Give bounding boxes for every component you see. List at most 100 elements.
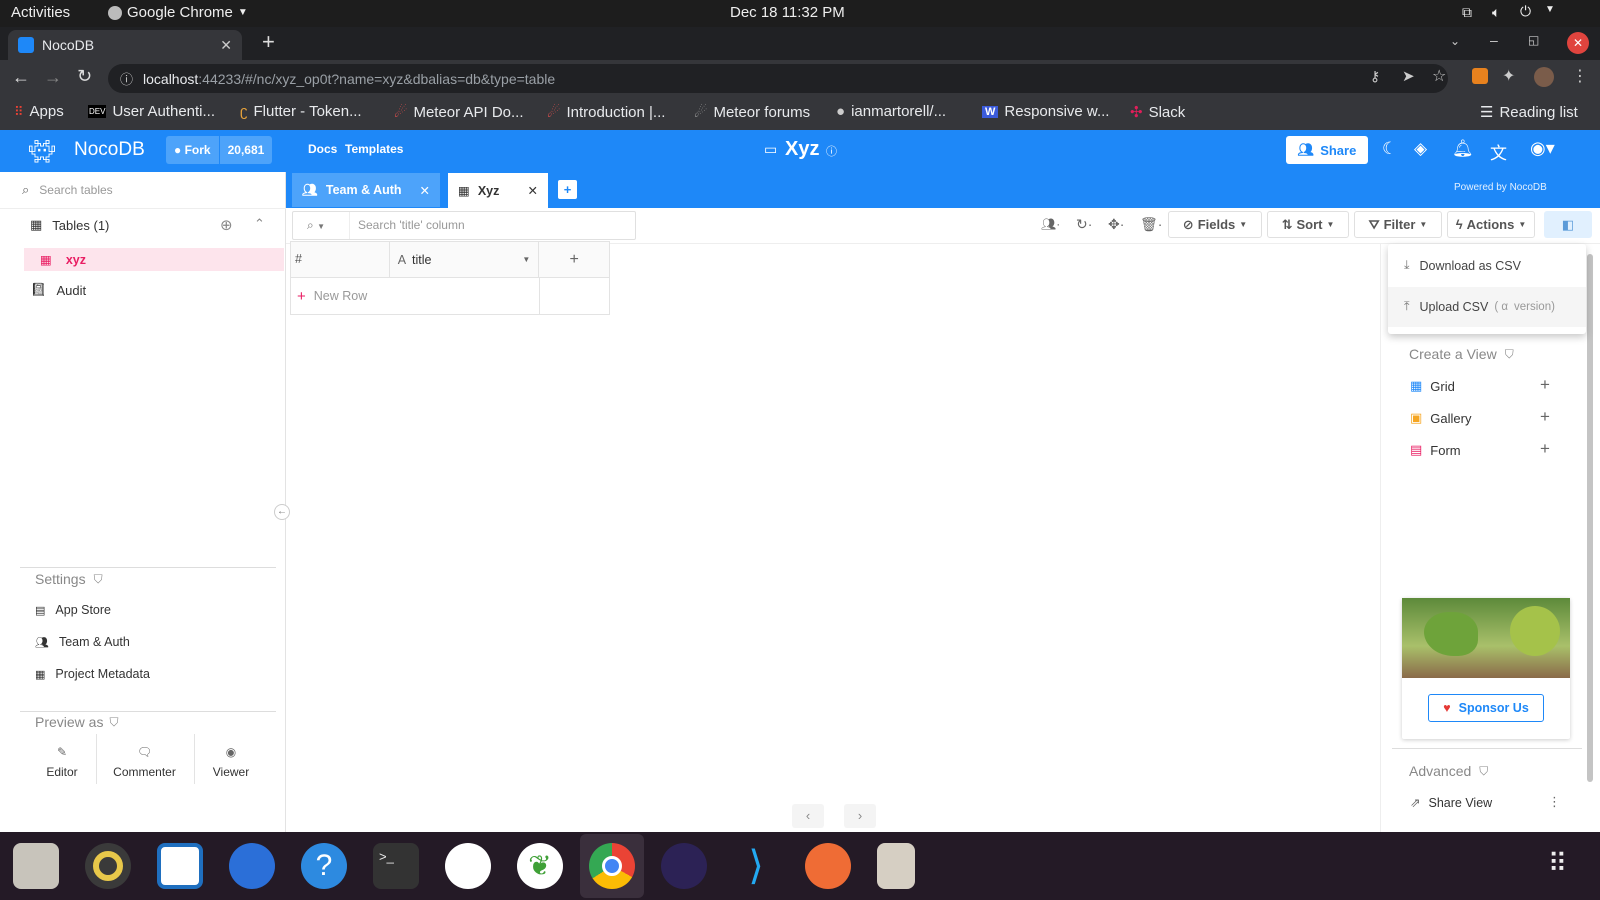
add-grid-view-icon[interactable]: +	[1540, 375, 1550, 395]
reading-list[interactable]: ☰ Reading list	[1480, 103, 1578, 122]
bookmark-star-icon[interactable]: ☆	[1432, 66, 1446, 86]
create-gallery-view[interactable]: ▣ Gallery	[1410, 410, 1471, 426]
share-view-item[interactable]: ⇗ Share View	[1410, 795, 1492, 811]
app-menu[interactable]: Google Chrome ▼	[108, 4, 248, 21]
address-bar[interactable]: ⓘ localhost:44233/#/nc/xyz_op0t?name=xyz…	[108, 64, 1448, 93]
add-row-icon[interactable]: ✥·	[1108, 216, 1124, 233]
show-apps-grid-icon[interactable]: ⠿	[1548, 848, 1567, 879]
github-fork-button[interactable]: ● Fork 20,681	[166, 136, 273, 164]
postman-icon[interactable]	[805, 843, 851, 889]
account-icon[interactable]: ◉▾	[1530, 138, 1555, 159]
reload-icon[interactable]: ↻	[77, 66, 92, 87]
browser-tab[interactable]: NocoDB ✕	[8, 30, 242, 60]
theme-paint-icon[interactable]: ◈	[1414, 139, 1427, 159]
vscode-icon[interactable]: ⟩	[733, 843, 779, 889]
dark-mode-icon[interactable]: ☾	[1382, 139, 1397, 159]
archive-manager-icon[interactable]	[877, 843, 915, 889]
bookmark-item[interactable]: W Responsive w...	[982, 103, 1109, 120]
table-search-input[interactable]: Search tables	[39, 183, 112, 197]
create-form-view[interactable]: ▤ Form	[1410, 442, 1461, 458]
bookmark-item[interactable]: ✣ Slack	[1130, 103, 1185, 122]
close-window-icon[interactable]: ✕	[1567, 32, 1589, 54]
collaborators-icon[interactable]: 👥︎·	[1041, 217, 1060, 231]
metamask-icon[interactable]	[1472, 68, 1488, 84]
templates-link[interactable]: Templates	[345, 142, 403, 156]
scrollbar[interactable]	[1587, 254, 1593, 782]
sort-button[interactable]: ⇅ Sort ▼	[1267, 211, 1349, 238]
next-page-icon[interactable]: ›	[844, 804, 876, 828]
table-search[interactable]: ⌕ Search tables	[22, 176, 272, 204]
android-studio-icon[interactable]	[445, 843, 491, 889]
translate-icon[interactable]: 文	[1490, 139, 1507, 164]
delete-icon[interactable]: 🗑︎·	[1140, 216, 1162, 233]
mongodb-compass-icon[interactable]: ❦	[517, 843, 563, 889]
collapse-chevron-icon[interactable]: ⌃	[254, 216, 265, 232]
prev-page-icon[interactable]: ‹	[792, 804, 824, 828]
chrome-app-icon[interactable]	[589, 843, 635, 889]
more-vertical-icon[interactable]: ⋮	[1548, 794, 1561, 810]
add-table-icon[interactable]: ⊕	[220, 216, 233, 234]
preview-editor-button[interactable]: ✎ Editor	[32, 745, 92, 779]
eclipse-icon[interactable]	[661, 843, 707, 889]
close-tab-icon[interactable]: ✕	[528, 183, 538, 198]
brand-name[interactable]: NocoDB	[74, 139, 145, 161]
create-grid-view[interactable]: ▦ Grid	[1410, 378, 1455, 394]
activities-button[interactable]: Activities	[11, 4, 70, 21]
bookmark-apps[interactable]: ⠿ Apps	[14, 103, 64, 120]
caret-down-icon[interactable]: ▼	[522, 255, 530, 264]
forward-icon[interactable]: →	[44, 67, 62, 88]
power-icon[interactable]: ⏻	[1520, 3, 1531, 20]
preview-commenter-button[interactable]: 🗨︎ Commenter	[102, 745, 187, 779]
send-icon[interactable]: ➤	[1402, 67, 1415, 85]
new-tab-icon[interactable]: +	[262, 29, 275, 55]
docs-link[interactable]: Docs	[308, 142, 337, 156]
bookmark-item[interactable]: ● ianmartorell/...	[836, 103, 946, 120]
notifications-icon[interactable]: 🔔︎	[1452, 139, 1474, 159]
collapse-sidebar-icon[interactable]: ←	[274, 504, 290, 520]
preview-viewer-button[interactable]: ◉ Viewer	[200, 745, 262, 779]
actions-button[interactable]: ϟ Actions ▼	[1447, 211, 1535, 238]
sidebar-item-xyz[interactable]: ▦ xyz	[24, 248, 284, 271]
back-icon[interactable]: ←	[12, 67, 30, 88]
nocodb-logo-icon[interactable]: 👾︎	[28, 139, 56, 165]
filter-button[interactable]: ⛛ Filter ▼	[1354, 211, 1442, 238]
profile-avatar[interactable]	[1534, 67, 1554, 87]
search-field-selector[interactable]: ⌕ ▼	[293, 218, 349, 233]
close-tab-icon[interactable]: ✕	[420, 183, 430, 198]
column-header-title[interactable]: A title ▼	[390, 242, 540, 277]
powered-by[interactable]: Powered by NocoDB	[1454, 182, 1547, 193]
sidebar-item-audit[interactable]: 📓︎ Audit	[30, 282, 86, 298]
network-icon[interactable]: ⧉	[1462, 4, 1472, 21]
upload-csv-item[interactable]: ⤒ Upload CSV ( α version)	[1404, 299, 1555, 314]
files-app-icon[interactable]	[13, 843, 59, 889]
system-menu-caret-icon[interactable]: ▼	[1545, 4, 1555, 15]
close-tab-icon[interactable]: ✕	[220, 37, 232, 54]
restore-icon[interactable]: ◱	[1528, 33, 1539, 47]
tab-search-icon[interactable]: ⌄	[1450, 34, 1460, 48]
reload-icon[interactable]: ↻·	[1076, 216, 1092, 233]
thunderbird-icon[interactable]	[229, 843, 275, 889]
add-tab-icon[interactable]: +	[558, 180, 577, 199]
add-gallery-view-icon[interactable]: +	[1540, 407, 1550, 427]
share-button[interactable]: 👥︎ Share	[1286, 136, 1368, 164]
extensions-icon[interactable]: ✦	[1502, 66, 1515, 86]
chrome-menu-icon[interactable]: ⋮	[1572, 66, 1588, 86]
tables-group-header[interactable]: ▦ Tables (1)	[30, 217, 109, 233]
bookmark-item[interactable]: ☄ Meteor API Do...	[394, 103, 524, 122]
volume-icon[interactable]: 🔈︎	[1492, 4, 1500, 21]
bookmark-item[interactable]: DEV User Authenti...	[88, 103, 215, 120]
bookmark-item[interactable]: ʗ Flutter - Token...	[240, 103, 362, 120]
download-csv-item[interactable]: ⤓ Download as CSV	[1404, 258, 1521, 273]
clock[interactable]: Dec 18 11:32 PM	[730, 4, 845, 21]
column-search-input[interactable]: Search 'title' column	[349, 212, 465, 239]
add-column-icon[interactable]: +	[539, 242, 609, 277]
new-row-button[interactable]: + New Row	[291, 278, 540, 314]
writer-app-icon[interactable]	[157, 843, 203, 889]
sidebar-item-project-metadata[interactable]: ▦ Project Metadata	[35, 667, 150, 681]
fields-button[interactable]: ⊘ Fields ▼	[1168, 211, 1262, 238]
tab-team-auth[interactable]: 👥︎ Team & Auth ✕	[292, 173, 440, 207]
add-form-view-icon[interactable]: +	[1540, 439, 1550, 459]
minimize-icon[interactable]: –	[1490, 32, 1498, 48]
column-search[interactable]: ⌕ ▼ Search 'title' column	[292, 211, 636, 240]
rhythmbox-icon[interactable]	[85, 843, 131, 889]
